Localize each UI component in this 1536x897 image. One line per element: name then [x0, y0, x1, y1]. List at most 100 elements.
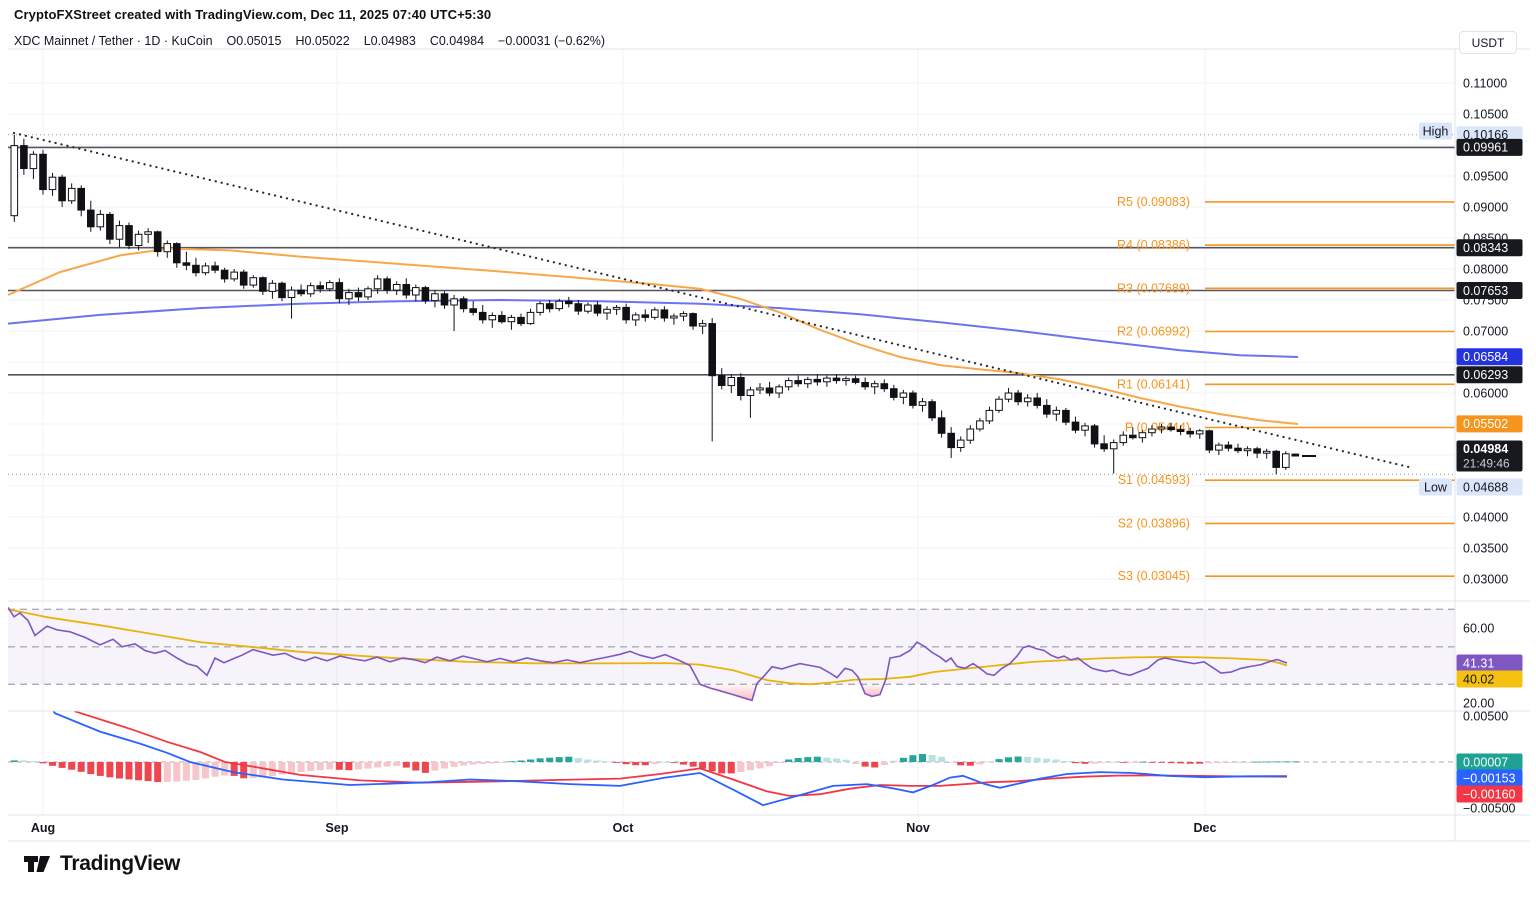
macd-histogram-bar	[651, 762, 658, 764]
candle	[374, 279, 381, 289]
tradingview-branding[interactable]: TradingView	[22, 850, 180, 878]
macd-histogram-bar	[814, 757, 821, 762]
price-scale[interactable]	[1455, 49, 1535, 815]
time-axis[interactable]: AugSepOctNovDec	[0, 816, 1455, 841]
candle	[661, 310, 668, 318]
candle	[1082, 426, 1089, 430]
candle	[709, 324, 716, 376]
macd-histogram-bar	[632, 762, 639, 765]
candle	[1177, 430, 1184, 432]
candle	[527, 312, 534, 323]
macd-histogram-bar	[403, 762, 410, 768]
candle	[1053, 410, 1060, 414]
symbol-legend[interactable]: XDC Mainnet / Tether · 1D · KuCoin O0.05…	[14, 33, 605, 49]
candle	[279, 283, 286, 297]
macd-histogram-bar	[604, 761, 611, 762]
candle	[1072, 422, 1079, 430]
macd-histogram-bar	[68, 762, 75, 770]
candle	[1091, 426, 1098, 444]
candle	[996, 399, 1003, 410]
candle	[145, 232, 152, 235]
candle	[747, 390, 754, 396]
macd-histogram-bar	[996, 759, 1003, 762]
macd-histogram-bar	[489, 762, 496, 763]
candle	[900, 393, 907, 397]
macd-histogram-bar	[843, 760, 850, 762]
candle	[919, 402, 926, 406]
macd-histogram-bar	[126, 762, 133, 779]
macd-histogram-bar	[785, 760, 792, 763]
candle	[795, 381, 802, 384]
candle	[718, 376, 725, 386]
macd-histogram-bar	[852, 762, 859, 764]
pivot-label: R5 (0.09083)	[1117, 195, 1190, 209]
macd-histogram-bar	[355, 762, 362, 770]
macd-histogram-bar	[431, 762, 438, 771]
candles	[11, 135, 1299, 475]
candle	[1216, 445, 1223, 450]
macd-histogram-bar	[661, 762, 668, 763]
candle	[623, 307, 630, 319]
candle	[546, 304, 553, 309]
macd-histogram-bar	[546, 758, 553, 762]
candle	[852, 379, 859, 383]
macd-histogram-bar	[613, 762, 620, 763]
macd-histogram-bar	[680, 762, 687, 765]
candle	[413, 288, 420, 295]
macd-histogram-bar	[1005, 757, 1012, 762]
candle	[231, 272, 238, 279]
macd-histogram-bar	[183, 762, 190, 781]
candle	[288, 290, 295, 297]
candle	[135, 234, 142, 245]
brand-name: TradingView	[60, 852, 180, 876]
candle	[1139, 433, 1146, 438]
candle	[1187, 431, 1194, 434]
currency-toggle-button[interactable]: USDT	[1459, 31, 1517, 54]
candle	[384, 279, 391, 290]
macd-histogram-bar	[527, 760, 534, 763]
candle	[1063, 410, 1070, 422]
macd-histogram-bar	[317, 762, 324, 770]
candle	[21, 146, 28, 169]
candle	[355, 293, 362, 297]
candle	[212, 266, 219, 270]
macd-histogram-bar	[575, 758, 582, 762]
candle	[594, 305, 601, 313]
macd-histogram-bar	[871, 762, 878, 768]
candle	[948, 433, 955, 447]
ohlc-values: O0.05015H0.05022L0.04983C0.04984	[227, 34, 485, 48]
candle	[1273, 451, 1280, 467]
macd-histogram-bar	[422, 762, 429, 773]
interval-label: 1D	[144, 34, 160, 48]
price-pane[interactable]: R5 (0.09083)R4 (0.08386)R3 (0.07689)R2 (…	[8, 133, 1455, 583]
pivot-label: R1 (0.06141)	[1117, 377, 1190, 391]
tradingview-logo-icon	[22, 850, 52, 878]
pivot-label: R2 (0.06992)	[1117, 325, 1190, 339]
chart-canvas[interactable]: R5 (0.09083)R4 (0.08386)R3 (0.07689)R2 (…	[0, 0, 1536, 897]
rsi-pane[interactable]	[8, 607, 1455, 700]
candle	[728, 378, 735, 386]
candle	[632, 315, 639, 320]
pivot-label: R4 (0.08386)	[1117, 238, 1190, 252]
candle	[671, 316, 678, 318]
macd-histogram-bar	[967, 762, 974, 766]
candle	[193, 265, 200, 272]
macd-histogram-bar	[135, 762, 142, 780]
macd-histogram-bar	[1101, 762, 1108, 763]
macd-histogram-bar	[1206, 762, 1213, 763]
macd-histogram-bar	[412, 762, 419, 771]
gridlines	[8, 49, 1455, 815]
candle	[269, 283, 276, 291]
ohlc-pair: H0.05022	[295, 34, 349, 48]
candle	[174, 244, 181, 263]
macd-signal-line	[60, 693, 1287, 796]
candle	[107, 214, 114, 239]
candle	[327, 283, 334, 289]
macd-pane[interactable]	[8, 693, 1455, 805]
candle	[1235, 448, 1242, 451]
candle	[1292, 454, 1299, 456]
candle	[202, 266, 209, 273]
candle	[585, 305, 592, 311]
time-label-oct: Oct	[613, 821, 634, 835]
candle	[240, 272, 247, 285]
